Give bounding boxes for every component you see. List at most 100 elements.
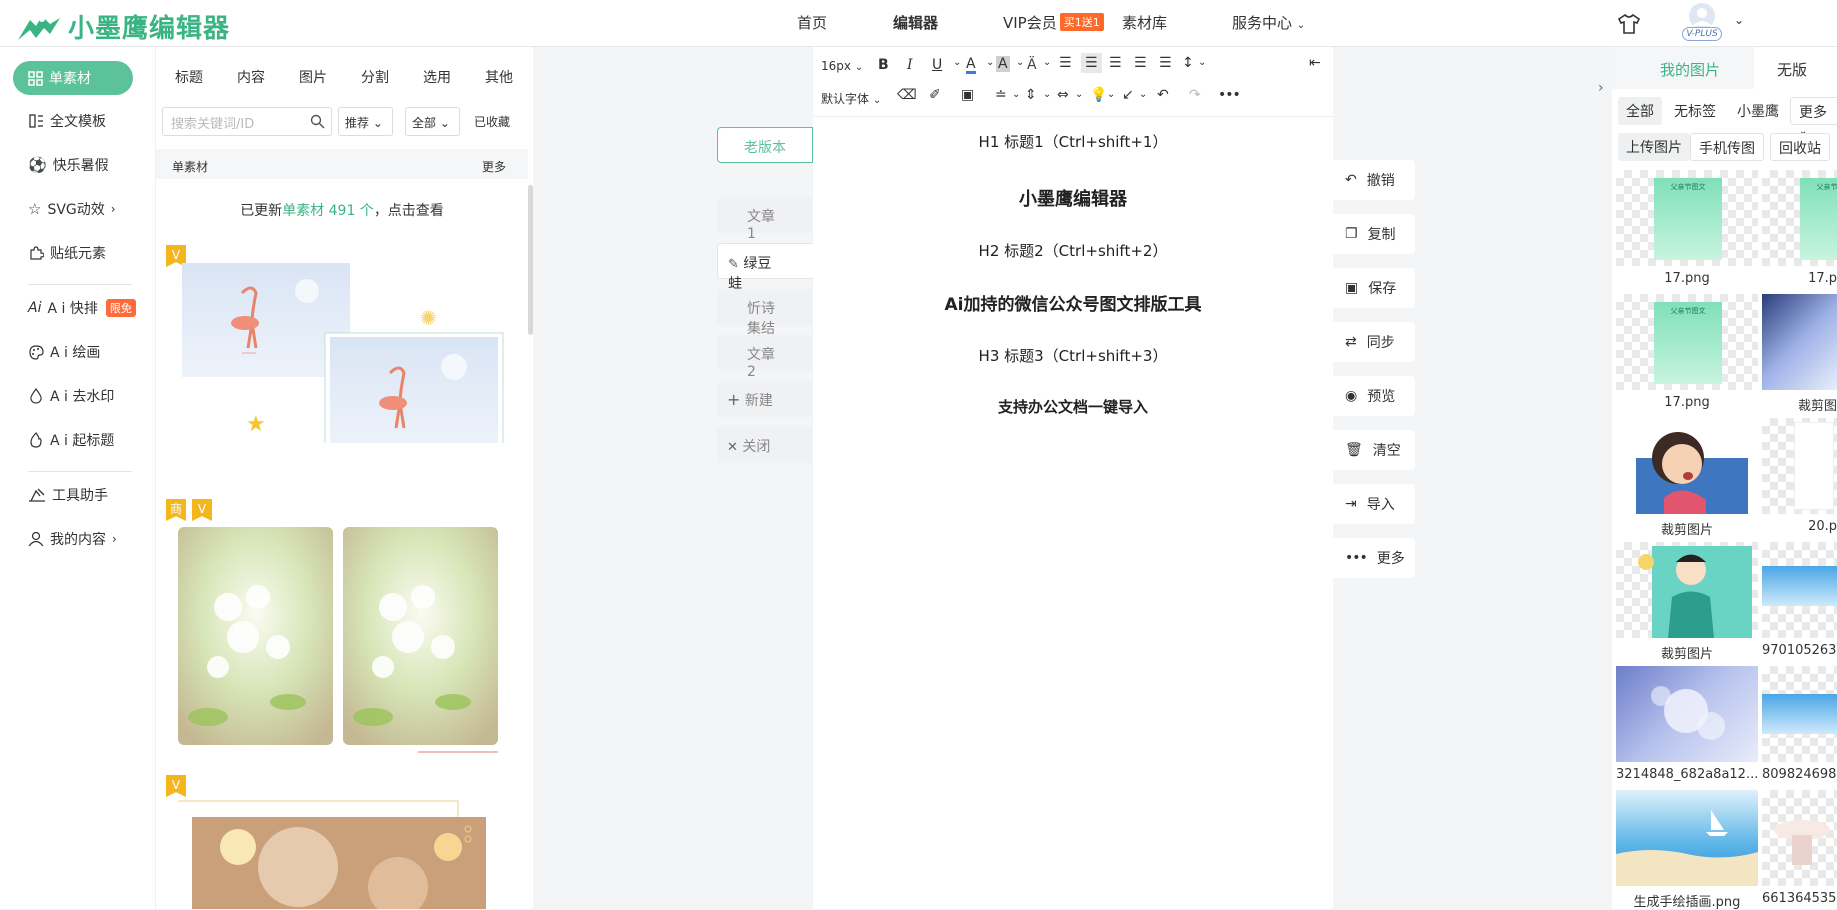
- paragraph-spacing-icon[interactable]: ⇕: [1025, 87, 1037, 103]
- italic-icon[interactable]: I: [907, 57, 913, 73]
- font-family-select[interactable]: 默认字体 ⌄: [821, 90, 881, 107]
- material-card[interactable]: V: [160, 769, 524, 909]
- clear-button[interactable]: 🗑 清空: [1333, 430, 1415, 470]
- sidebar-item-tools[interactable]: 工具助手: [28, 485, 108, 505]
- chevron-down-icon[interactable]: ⌄: [1043, 57, 1051, 68]
- tab-image[interactable]: 图片: [299, 67, 327, 87]
- editor-subtitle[interactable]: Ai加持的微信公众号图文排版工具: [813, 290, 1333, 315]
- more-button[interactable]: ••• 更多: [1333, 538, 1415, 578]
- image-thumb[interactable]: [1762, 790, 1837, 886]
- text-effect-icon[interactable]: Ä: [1027, 57, 1037, 73]
- tab-no-copyright[interactable]: 无版: [1777, 59, 1807, 80]
- search-icon[interactable]: [310, 114, 325, 129]
- search-input[interactable]: 搜索关键词/ID: [162, 107, 332, 136]
- undo-icon[interactable]: ↶: [1157, 87, 1169, 103]
- material-card[interactable]: 商 V: [160, 499, 524, 759]
- indent-icon[interactable]: ☰: [1159, 55, 1172, 71]
- image-thumb[interactable]: 父亲节图文: [1616, 294, 1758, 390]
- tab-title[interactable]: 标题: [175, 67, 203, 87]
- nav-vip[interactable]: VIP会员 买1送1: [1003, 12, 1104, 33]
- filter-untagged[interactable]: 无标签: [1666, 97, 1724, 125]
- sidebar-item-ai-draw[interactable]: A i 绘画: [28, 342, 100, 362]
- scrollbar[interactable]: [528, 185, 533, 335]
- chevron-down-icon[interactable]: ⌄: [1107, 89, 1115, 100]
- sidebar-item-ai-watermark[interactable]: A i 去水印: [28, 386, 114, 406]
- editor-h1-hint[interactable]: H1 标题1（Ctrl+shift+1）: [813, 131, 1333, 152]
- arrow-down-left-icon[interactable]: ↙: [1122, 87, 1134, 103]
- preview-button[interactable]: ◉ 预览: [1333, 376, 1415, 416]
- old-version-button[interactable]: 老版本: [717, 127, 813, 163]
- align-left-icon[interactable]: ☰: [1059, 55, 1072, 71]
- nav-editor[interactable]: 编辑器: [893, 12, 938, 33]
- image-thumb[interactable]: 父亲节图文: [1762, 170, 1837, 266]
- more-link[interactable]: 更多: [482, 158, 506, 175]
- sidebar-item-svg[interactable]: ☆ SVG动效 ›: [28, 199, 116, 219]
- nav-materials[interactable]: 素材库: [1122, 12, 1167, 33]
- logo[interactable]: 小墨鹰编辑器: [16, 8, 230, 45]
- image-thumb[interactable]: [1762, 294, 1837, 390]
- align-center-icon[interactable]: ☰: [1081, 53, 1102, 73]
- collapse-icon[interactable]: ⇤: [1309, 55, 1321, 71]
- redo-icon[interactable]: ↷: [1189, 87, 1201, 103]
- tab-selected[interactable]: 选用: [423, 67, 451, 87]
- editor-h2-hint[interactable]: H2 标题2（Ctrl+shift+2）: [813, 240, 1333, 261]
- panel-collapse-icon[interactable]: ›: [1598, 80, 1612, 100]
- bold-icon[interactable]: B: [878, 57, 889, 73]
- import-button[interactable]: ⇥ 导入: [1333, 484, 1415, 524]
- sidebar-item-ai-layout[interactable]: Ai A i 快排 限免: [28, 298, 136, 318]
- underline-icon[interactable]: U: [932, 57, 942, 73]
- sidebar-item-templates[interactable]: 全文模板: [28, 111, 106, 131]
- upload-image-button[interactable]: 上传图片: [1618, 133, 1690, 161]
- tab-my-images[interactable]: 我的图片: [1660, 59, 1720, 80]
- filter-select[interactable]: 全部 ⌄: [405, 107, 460, 136]
- doc-tab[interactable]: 忻诗集结: [717, 289, 813, 337]
- chevron-down-icon[interactable]: ⌄: [1198, 57, 1206, 68]
- image-thumb[interactable]: [1616, 418, 1758, 514]
- avatar[interactable]: V-PLUS: [1680, 2, 1724, 44]
- eraser-icon[interactable]: ⌫: [897, 87, 917, 103]
- bulb-icon[interactable]: 💡: [1090, 87, 1107, 103]
- chevron-down-icon[interactable]: ⌄: [953, 57, 961, 68]
- image-thumb[interactable]: 父亲节图文: [1616, 170, 1758, 266]
- material-card[interactable]: V ✺ ★: [160, 245, 524, 510]
- chevron-down-icon[interactable]: ⌄: [1075, 89, 1083, 100]
- phone-upload-button[interactable]: 手机传图: [1690, 133, 1764, 161]
- update-notice[interactable]: 已更新单素材 491 个，点击查看: [160, 187, 524, 231]
- editor-import-note[interactable]: 支持办公文档一键导入: [813, 396, 1333, 417]
- tab-content[interactable]: 内容: [237, 67, 265, 87]
- editor-title[interactable]: 小墨鹰编辑器: [813, 185, 1333, 211]
- nav-service[interactable]: 服务中心 ⌄: [1232, 12, 1305, 33]
- format-painter-icon[interactable]: ✐: [929, 87, 941, 103]
- image-thumb[interactable]: [1616, 790, 1758, 886]
- align-justify-icon[interactable]: ☰: [1134, 55, 1147, 71]
- sidebar-item-single-material[interactable]: 单素材: [13, 61, 133, 95]
- sidebar-item-ai-title[interactable]: A i 起标题: [28, 430, 114, 450]
- doc-tab-active[interactable]: ✎ 绿豆蛙: [717, 243, 813, 292]
- image-thumb[interactable]: [1762, 418, 1837, 514]
- image-thumb[interactable]: [1616, 542, 1758, 638]
- font-size-select[interactable]: 16px ⌄: [821, 59, 863, 73]
- letter-spacing-icon[interactable]: ⇔: [1057, 87, 1069, 103]
- filter-xiaomoying[interactable]: 小墨鹰: [1729, 97, 1787, 125]
- avatar-chevron-icon[interactable]: ⌄: [1734, 13, 1744, 27]
- chevron-down-icon[interactable]: ⌄: [1043, 89, 1051, 100]
- editor-h3-hint[interactable]: H3 标题3（Ctrl+shift+3）: [813, 345, 1333, 366]
- tab-other[interactable]: 其他: [485, 67, 513, 87]
- divider-line-icon[interactable]: ≐: [995, 87, 1007, 103]
- tab-divider[interactable]: 分割: [361, 67, 389, 87]
- filter-all[interactable]: 全部: [1618, 97, 1662, 125]
- image-thumb[interactable]: [1762, 666, 1837, 762]
- collected-link[interactable]: 已收藏: [474, 113, 510, 130]
- image-thumb[interactable]: [1616, 666, 1758, 762]
- image-thumb[interactable]: [1762, 542, 1837, 638]
- undo-button[interactable]: ↶ 撤销: [1333, 160, 1415, 200]
- chevron-down-icon[interactable]: ⌄: [986, 57, 994, 68]
- copy-button[interactable]: ❐ 复制: [1333, 214, 1415, 254]
- sidebar-item-summer[interactable]: ⚽ 快乐暑假: [28, 155, 109, 175]
- chevron-down-icon[interactable]: ⌄: [1016, 57, 1024, 68]
- background-color-icon[interactable]: A: [996, 56, 1010, 72]
- sidebar-item-stickers[interactable]: 贴纸元素: [28, 243, 106, 263]
- sync-button[interactable]: ⇄ 同步: [1333, 322, 1415, 362]
- doc-tab[interactable]: 文章2: [717, 335, 813, 380]
- sort-select[interactable]: 推荐 ⌄: [338, 107, 393, 136]
